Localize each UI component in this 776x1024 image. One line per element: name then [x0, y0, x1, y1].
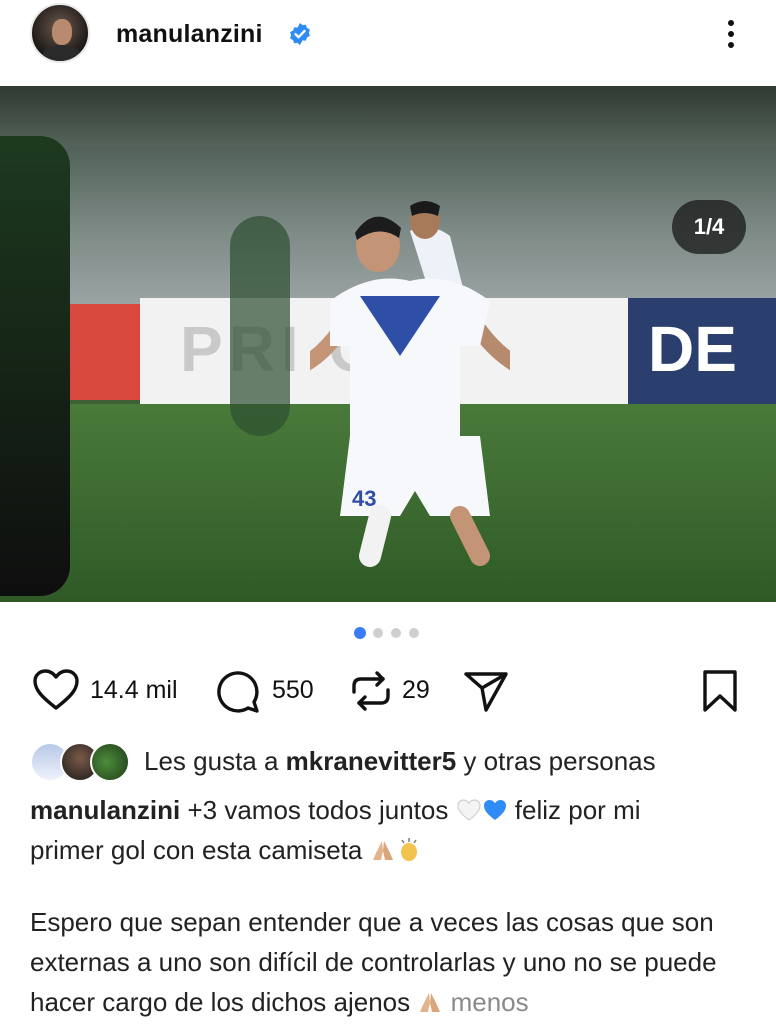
- liked-by-prefix: Les gusta a: [144, 746, 286, 776]
- share-button[interactable]: [462, 662, 512, 718]
- carousel-dot-active: [354, 627, 366, 639]
- folded-hands-icon: [372, 841, 393, 860]
- image-counter[interactable]: 1/4: [672, 200, 746, 254]
- avatar-face: [52, 19, 72, 45]
- clapping-hands-icon: [400, 838, 417, 861]
- comment-icon: [217, 671, 259, 713]
- likes-count: 14.4 mil: [90, 676, 178, 704]
- caption-text-2: feliz por mi: [507, 795, 641, 825]
- repost-button[interactable]: 29: [350, 662, 450, 718]
- caption-text-4: Espero que sepan entender que a veces la…: [30, 907, 717, 1017]
- carousel-dot: [391, 628, 401, 638]
- caption-paragraph-2: Espero que sepan entender que a veces la…: [30, 902, 750, 1022]
- verified-badge-icon: [290, 23, 310, 45]
- comment-button[interactable]: 550: [214, 662, 334, 718]
- username[interactable]: manulanzini: [116, 20, 263, 49]
- liker-avatar: [90, 742, 130, 782]
- caption-line-1: manulanzini +3 vamos todos juntos feliz …: [30, 790, 750, 830]
- caption-less-link[interactable]: menos: [451, 987, 529, 1017]
- liked-by-user[interactable]: mkranevitter5: [286, 746, 457, 776]
- stadium-crowd: [0, 86, 776, 146]
- carousel-dot: [409, 628, 419, 638]
- post-photo[interactable]: PRI O DE 43 1/4: [0, 86, 776, 602]
- post-actions: 14.4 mil 550 29: [0, 662, 776, 722]
- ad-banner-lettering-2: DE: [648, 313, 737, 385]
- send-icon: [464, 672, 508, 712]
- save-button[interactable]: [700, 662, 744, 718]
- carousel-dot: [373, 628, 383, 638]
- caption-line-2: primer gol con esta camiseta: [30, 830, 750, 870]
- caption-text-3: primer gol con esta camiseta: [30, 835, 370, 865]
- post-caption: manulanzini +3 vamos todos juntos feliz …: [30, 790, 750, 1022]
- folded-hands-icon: [420, 993, 441, 1012]
- post-header: manulanzini: [0, 0, 776, 86]
- liked-by-suffix: y otras personas: [456, 746, 656, 776]
- bookmark-icon: [703, 670, 737, 712]
- white-heart-icon: [456, 799, 481, 821]
- liked-by-text: Les gusta a mkranevitter5 y otras person…: [144, 746, 656, 777]
- like-button[interactable]: 14.4 mil: [32, 662, 192, 718]
- reposts-count: 29: [402, 676, 430, 704]
- background-player: [230, 216, 290, 436]
- caption-username[interactable]: manulanzini: [30, 795, 180, 825]
- heart-icon: [33, 669, 79, 710]
- opponent-player: [0, 136, 70, 596]
- caption-text-1: +3 vamos todos juntos: [180, 795, 456, 825]
- comments-count: 550: [272, 676, 314, 704]
- more-vertical-icon[interactable]: [718, 14, 746, 54]
- liked-by-row[interactable]: Les gusta a mkranevitter5 y otras person…: [30, 740, 776, 784]
- ad-banner-red: [60, 304, 142, 400]
- repost-icon: [352, 671, 390, 711]
- avatar-shirt: [42, 45, 82, 61]
- svg-text:43: 43: [352, 486, 376, 511]
- profile-avatar[interactable]: [30, 3, 90, 63]
- blue-heart-icon: [483, 800, 506, 820]
- celebrating-player: 43: [310, 201, 510, 567]
